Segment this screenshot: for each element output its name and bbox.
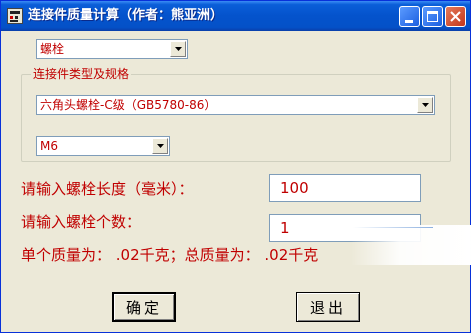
close-button[interactable] — [445, 6, 466, 27]
size-dropdown-button[interactable] — [152, 138, 168, 154]
count-label: 请输入螺栓个数： — [21, 213, 142, 231]
standard-value: 六角头螺栓-C级（GB5780-86） — [40, 98, 217, 112]
fastener-type-dropdown-button[interactable] — [170, 41, 186, 57]
fastener-type-value: 螺栓 — [40, 42, 65, 56]
size-value: M6 — [40, 139, 58, 153]
chevron-down-icon — [422, 103, 429, 107]
result-text: 单个质量为： .02千克；总质量为： .02千克 — [21, 246, 319, 264]
standard-dropdown-button[interactable] — [417, 97, 433, 113]
main-window: 连接件质量计算（作者：熊亚洲） 螺栓 连接件类型及规格 六角头螺栓-C级（GB5 — [0, 0, 471, 333]
overlay-fade-line — [353, 227, 433, 228]
length-field[interactable] — [269, 174, 421, 202]
maximize-button[interactable] — [422, 6, 443, 27]
spec-group-legend: 连接件类型及规格 — [31, 67, 132, 81]
window-title: 连接件质量计算（作者：熊亚洲） — [28, 8, 224, 23]
close-icon — [450, 11, 461, 22]
ok-button[interactable]: 确定 — [112, 292, 176, 322]
title-bar[interactable]: 连接件质量计算（作者：熊亚洲） — [1, 1, 470, 31]
chevron-down-icon — [157, 144, 164, 148]
chevron-down-icon — [175, 47, 182, 51]
size-select[interactable]: M6 — [36, 136, 170, 156]
app-icon[interactable] — [7, 8, 23, 24]
standard-select[interactable]: 六角头螺栓-C级（GB5780-86） — [36, 95, 435, 115]
length-label: 请输入螺栓长度（毫米）： — [21, 180, 194, 198]
overlay-fade — [351, 225, 471, 265]
length-input[interactable] — [280, 179, 410, 197]
minimize-button[interactable] — [399, 6, 420, 27]
exit-button[interactable]: 退出 — [296, 292, 360, 322]
fastener-type-select[interactable]: 螺栓 — [36, 39, 188, 59]
